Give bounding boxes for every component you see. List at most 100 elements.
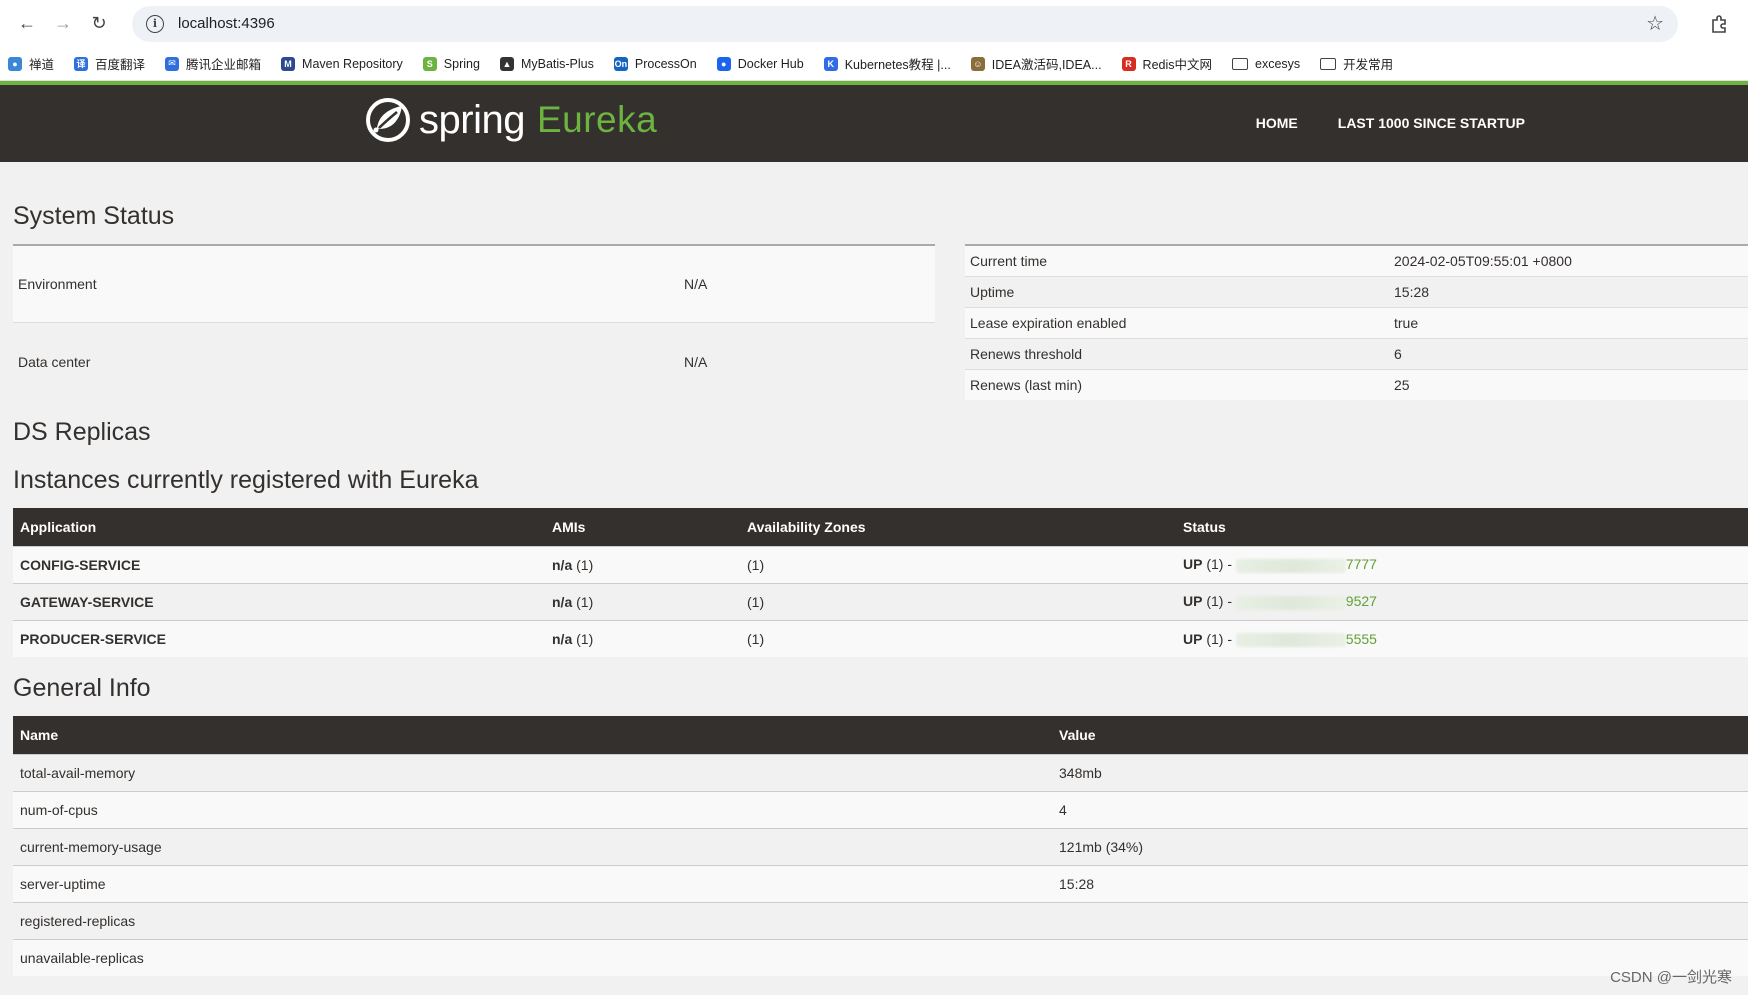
instance-application: PRODUCER-SERVICE: [13, 619, 545, 657]
spring-leaf-icon: [366, 98, 410, 142]
status-count: (1) -: [1206, 556, 1233, 573]
general-info-table: Name Value total-avail-memory 348mb num-of-…: [13, 716, 1748, 976]
bookmark-item[interactable]: ▲ MyBatis-Plus: [499, 56, 594, 71]
bookmark-folder[interactable]: 开发常用: [1320, 54, 1393, 73]
redacted-host: [1235, 595, 1346, 610]
bookmark-favicon-icon: S: [422, 56, 437, 71]
nav-last1000-link[interactable]: LAST 1000 SINCE STARTUP: [1338, 115, 1525, 131]
bookmark-favicon-icon: ✉: [165, 56, 180, 71]
status-count: (1) -: [1206, 593, 1233, 610]
forward-arrow-icon[interactable]: →: [48, 9, 78, 39]
folder-icon: [1320, 57, 1337, 70]
csdn-watermark: CSDN @一剑光寒: [1610, 969, 1732, 986]
ami-value: n/a: [552, 593, 573, 610]
instance-amis: n/a (1): [545, 619, 740, 657]
info-row: server-uptime 15:28: [13, 864, 1748, 902]
ami-count: (1): [576, 593, 594, 610]
instance-zones: (1): [740, 545, 1176, 583]
info-header-cell: Value: [1052, 716, 1748, 754]
bookmark-item[interactable]: K Kubernetes教程 |...: [823, 54, 951, 73]
info-row: num-of-cpus 4: [13, 790, 1748, 828]
status-count: (1) -: [1206, 630, 1233, 647]
bookmarks-bar: ● 禅道 译百度翻译 ✉ 腾讯企业邮箱 M Maven Repository S Spring ▲…: [0, 47, 1748, 81]
folder-icon: [1232, 57, 1249, 70]
bookmark-favicon-icon: K: [823, 56, 838, 71]
site-info-icon[interactable]: i: [146, 14, 164, 33]
status-value: N/A: [679, 322, 935, 400]
bookmark-label: 百度翻译: [95, 58, 146, 72]
bookmark-favicon-icon: On: [613, 56, 628, 71]
info-name: current-memory-usage: [13, 827, 1052, 865]
bookmark-folder[interactable]: excesys: [1232, 57, 1300, 71]
instance-amis: n/a (1): [545, 582, 740, 620]
instance-link[interactable]: :7777: [1235, 556, 1377, 573]
application-name: PRODUCER-SERVICE: [20, 630, 166, 647]
bookmark-item[interactable]: M Maven Repository: [281, 56, 403, 71]
bookmark-folder-label: excesys: [1255, 56, 1301, 71]
bookmark-favicon-icon: ☺: [970, 56, 985, 71]
status-name: Environment: [13, 244, 679, 323]
instance-link[interactable]: :5555: [1235, 631, 1377, 647]
instance-port: :7777: [1341, 556, 1377, 573]
bookmark-label: IDEA激活码,IDEA...: [991, 58, 1102, 72]
general-info-title: General Info: [13, 674, 151, 702]
info-value: 15:28: [1052, 864, 1748, 902]
status-name: Uptime: [965, 275, 1389, 307]
bookmark-label: Maven Repository: [302, 56, 403, 71]
ami-value: n/a: [552, 556, 573, 573]
bookmark-item[interactable]: ☺ IDEA激活码,IDEA...: [970, 54, 1102, 73]
status-name: Renews threshold: [965, 337, 1389, 369]
bookmark-item[interactable]: R Redis中文网: [1121, 54, 1212, 73]
bookmark-favicon-icon: 译: [74, 56, 89, 71]
info-value: 4: [1052, 790, 1748, 828]
status-name: Current time: [965, 244, 1389, 276]
status-up: UP: [1183, 630, 1203, 647]
brand-spring-text: spring: [419, 97, 525, 142]
info-value: 348mb: [1052, 753, 1748, 791]
bookmark-item[interactable]: 译百度翻译: [74, 54, 145, 73]
info-value: [1052, 901, 1748, 939]
status-row: Renews threshold 6: [965, 337, 1748, 369]
status-name: Lease expiration enabled: [965, 306, 1389, 338]
info-value: 121mb (34%): [1052, 827, 1748, 865]
spring-eureka-logo[interactable]: spring Eureka: [365, 97, 657, 143]
browser-toolbar: ← → ↻ i localhost:4396 ☆: [0, 0, 1748, 47]
status-name: Renews (last min): [965, 368, 1389, 400]
bookmark-item[interactable]: ✉ 腾讯企业邮箱: [165, 54, 261, 73]
info-name: num-of-cpus: [13, 790, 1052, 828]
instance-link[interactable]: :9527: [1235, 593, 1377, 610]
instance-zones: (1): [740, 619, 1176, 657]
info-name: unavailable-replicas: [13, 938, 1052, 976]
info-header-cell: Name: [13, 716, 1052, 754]
info-row: total-avail-memory 348mb: [13, 753, 1748, 791]
status-row: Lease expiration enabled true: [965, 306, 1748, 338]
application-name: CONFIG-SERVICE: [20, 556, 141, 573]
instance-zones: (1): [740, 582, 1176, 620]
bookmark-favicon-icon: R: [1121, 56, 1136, 71]
instance-application: GATEWAY-SERVICE: [13, 582, 545, 620]
bookmark-label: ProcessOn: [634, 56, 697, 71]
info-row: registered-replicas: [13, 901, 1748, 939]
nav-home-link[interactable]: HOME: [1256, 115, 1298, 131]
status-row: Data center N/A: [13, 322, 935, 400]
brand-eureka-text: Eureka: [536, 99, 658, 140]
bookmark-label: MyBatis-Plus: [520, 56, 594, 71]
bookmark-item[interactable]: On ProcessOn: [613, 56, 697, 71]
info-name: server-uptime: [13, 864, 1052, 902]
bookmark-item[interactable]: S Spring: [422, 56, 480, 71]
instance-row: CONFIG-SERVICE n/a (1) (1) UP (1) - :7777: [13, 545, 1748, 583]
instance-application: CONFIG-SERVICE: [13, 545, 545, 583]
extensions-icon[interactable]: [1702, 7, 1736, 41]
info-row: unavailable-replicas: [13, 938, 1748, 976]
bookmark-item[interactable]: ● 禅道: [8, 54, 54, 73]
url-text[interactable]: localhost:4396: [178, 15, 1646, 32]
system-status-left-table: Environment N/A Data center N/A: [13, 244, 935, 400]
bookmark-item[interactable]: ● Docker Hub: [716, 56, 804, 71]
address-bar[interactable]: i localhost:4396 ☆: [132, 5, 1678, 42]
reload-icon[interactable]: ↻: [84, 9, 114, 39]
status-row: Renews (last min) 25: [965, 368, 1748, 400]
bookmark-favicon-icon: M: [281, 56, 296, 71]
status-value: N/A: [679, 244, 935, 323]
bookmark-star-icon[interactable]: ☆: [1646, 11, 1664, 36]
back-arrow-icon[interactable]: ←: [12, 9, 42, 39]
